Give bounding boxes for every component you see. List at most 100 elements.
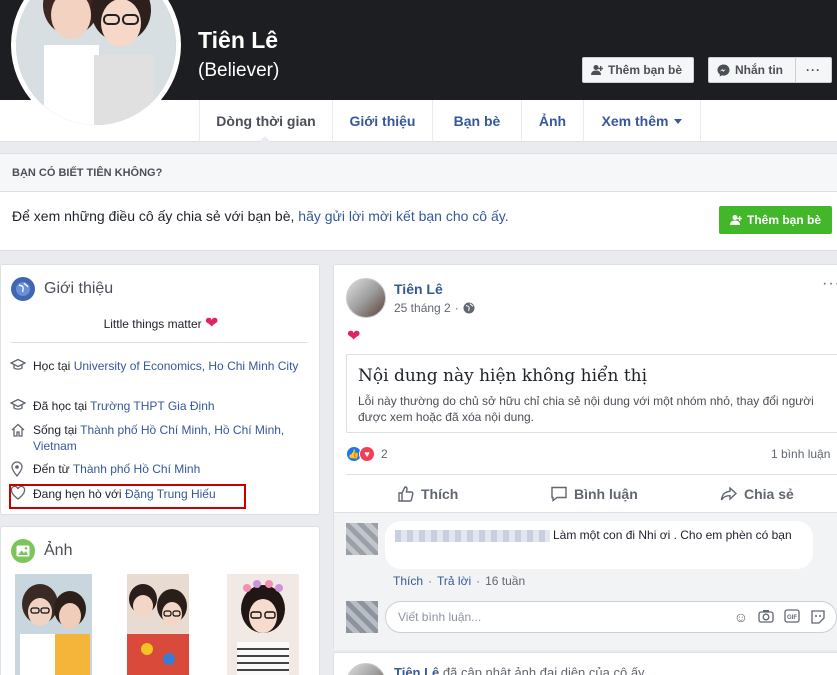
thumbs-up-icon xyxy=(398,486,414,502)
profile-photo xyxy=(16,0,176,125)
commenter-avatar[interactable] xyxy=(346,523,378,555)
add-friend-green-button[interactable]: Thêm bạn bè xyxy=(719,206,832,234)
post2-action-text: đã cập nhật ảnh đại diện của cô ấy. xyxy=(439,665,648,675)
globe-icon xyxy=(11,277,35,301)
post-date[interactable]: 25 tháng 2 xyxy=(394,301,451,315)
tab-friends[interactable]: Bạn bè xyxy=(433,100,522,142)
comment-like-link[interactable]: Thích xyxy=(393,574,423,588)
intro-motto: Little things matter ❤ xyxy=(1,313,321,333)
add-friend-button[interactable]: Thêm bạn bè xyxy=(582,57,694,83)
intro-item-lives: Sống tại Thành phố Hồ Chí Minh, Hồ Chí M… xyxy=(10,422,300,454)
intro-item-studied-text: Đã học tại Trường THPT Gia Định xyxy=(33,398,215,416)
tab-more[interactable]: Xem thêm xyxy=(584,100,701,142)
add-friend-label: Thêm bạn bè xyxy=(608,63,683,77)
love-reaction-icon: ♥ xyxy=(359,446,375,462)
comment-reply-link[interactable]: Trả lời xyxy=(437,574,471,588)
camera-icon[interactable] xyxy=(758,609,774,623)
graduation-cap-icon xyxy=(9,358,27,376)
photos-title-text: Ảnh xyxy=(44,542,73,559)
emoji-icon[interactable]: ☺ xyxy=(734,609,748,625)
profile-alternate-name: (Believer) xyxy=(198,60,280,81)
tab-timeline-label: Dòng thời gian xyxy=(216,113,316,129)
unavailable-content-box: Nội dung này hiện không hiển thị Lỗi này… xyxy=(346,354,837,433)
intro-item-from: Đến từ Thành phố Hồ Chí Minh xyxy=(10,461,300,481)
share-button[interactable]: Chia sẻ xyxy=(720,485,794,503)
share-icon xyxy=(720,486,738,501)
unavailable-description: Lỗi này thường do chủ sở hữu chỉ chia sẻ… xyxy=(358,394,814,424)
post-heart-emoji: ❤ xyxy=(347,328,361,345)
write-comment-input[interactable]: Viết bình luận... ☺ GIF xyxy=(385,601,837,633)
tab-photos[interactable]: Ảnh xyxy=(522,100,584,142)
comment-input-icons: ☺ GIF xyxy=(734,609,826,625)
blurred-commenter-name xyxy=(395,529,550,542)
photo-thumbnail[interactable] xyxy=(127,574,204,675)
svg-text:GIF: GIF xyxy=(787,615,797,621)
post-card-2: Tiên Lê đã cập nhật ảnh đại diện của cô … xyxy=(333,652,837,675)
send-request-link[interactable]: hãy gửi lời mời kết bạn cho cô ấy. xyxy=(298,208,508,224)
photos-title: Ảnh xyxy=(11,539,72,563)
message-label: Nhắn tin xyxy=(735,63,783,77)
study-link[interactable]: University of Economics, Ho Chi Minh Cit… xyxy=(74,359,299,373)
comments-section: Làm một con đi Nhi ơi . Cho em phèn có b… xyxy=(334,512,837,650)
intro-item-study-text: Học tại University of Economics, Ho Chi … xyxy=(33,358,298,376)
post-card: Tiên Lê 25 tháng 2 · ··· ❤ Nội dung này … xyxy=(333,264,837,650)
more-options-button[interactable]: ··· xyxy=(795,57,832,83)
from-prefix: Đến từ xyxy=(33,462,73,476)
comment-time[interactable]: 16 tuần xyxy=(485,574,525,588)
profile-name[interactable]: Tiên Lê xyxy=(198,27,278,54)
messenger-icon xyxy=(717,64,730,76)
do-you-know-prefix: Để xem những điều cô ấy chia sẻ với bạn … xyxy=(12,208,299,224)
post-author-name[interactable]: Tiên Lê xyxy=(394,281,443,297)
post-meta: 25 tháng 2 · xyxy=(394,301,475,315)
active-tab-pointer xyxy=(259,136,271,142)
comment-text: Làm một con đi Nhi ơi . Cho em phèn có b… xyxy=(553,528,792,542)
post-author-avatar[interactable] xyxy=(346,278,386,318)
public-globe-icon xyxy=(463,302,475,314)
intro-title-text: Giới thiệu xyxy=(44,280,114,297)
study-prefix: Học tại xyxy=(33,359,74,373)
reaction-count: 2 xyxy=(381,447,388,461)
comment-count[interactable]: 1 bình luận xyxy=(771,447,830,461)
like-button[interactable]: Thích xyxy=(397,485,458,503)
post-meta-separator: · xyxy=(454,301,459,315)
unavailable-title: Nội dung này hiện không hiển thị xyxy=(358,366,648,386)
from-link[interactable]: Thành phố Hồ Chí Minh xyxy=(73,462,200,476)
post-options-icon[interactable]: ··· xyxy=(822,275,837,293)
photo-thumbnail[interactable] xyxy=(15,574,92,675)
photo-thumbnail[interactable] xyxy=(227,574,304,675)
write-comment-placeholder: Viết bình luận... xyxy=(398,610,482,624)
share-label: Chia sẻ xyxy=(744,486,794,502)
intro-item-lives-text: Sống tại Thành phố Hồ Chí Minh, Hồ Chí M… xyxy=(33,422,300,454)
intro-divider xyxy=(11,342,307,343)
comment-dot: · xyxy=(476,574,481,588)
intro-title: Giới thiệu xyxy=(11,277,113,301)
comment-button[interactable]: Bình luận xyxy=(550,485,638,503)
message-button[interactable]: Nhắn tin xyxy=(708,57,796,83)
more-options-icon: ··· xyxy=(806,63,821,77)
reaction-summary[interactable]: 👍 ♥ 2 xyxy=(346,446,388,462)
caret-down-icon xyxy=(674,118,683,124)
lives-prefix: Sống tại xyxy=(33,423,81,437)
comment-icon xyxy=(551,486,567,502)
intro-item-studied: Đã học tại Trường THPT Gia Định xyxy=(9,398,300,416)
gif-icon[interactable]: GIF xyxy=(784,609,800,623)
studied-link[interactable]: Trường THPT Gia Định xyxy=(90,399,214,413)
sticker-icon[interactable] xyxy=(810,609,826,625)
photo-icon xyxy=(11,539,35,563)
intro-item-from-text: Đến từ Thành phố Hồ Chí Minh xyxy=(33,461,200,481)
intro-item-study: Học tại University of Economics, Ho Chi … xyxy=(9,358,300,376)
tab-about-label: Giới thiệu xyxy=(349,113,416,129)
post2-author-name[interactable]: Tiên Lê xyxy=(394,665,439,675)
do-you-know-text: Để xem những điều cô ấy chia sẻ với bạn … xyxy=(12,208,509,224)
post2-author-avatar[interactable] xyxy=(346,663,386,675)
comment-label: Bình luận xyxy=(574,486,638,502)
tab-about[interactable]: Giới thiệu xyxy=(333,100,433,142)
my-avatar xyxy=(346,601,378,633)
comment-bubble: Làm một con đi Nhi ơi . Cho em phèn có b… xyxy=(385,521,813,569)
add-friend-green-label: Thêm bạn bè xyxy=(746,213,821,227)
add-friend-icon xyxy=(591,65,603,75)
add-friend-icon xyxy=(729,215,742,225)
studied-prefix: Đã học tại xyxy=(33,399,91,413)
tab-more-label: Xem thêm xyxy=(601,113,669,129)
red-heart-icon: ❤ xyxy=(204,315,219,332)
